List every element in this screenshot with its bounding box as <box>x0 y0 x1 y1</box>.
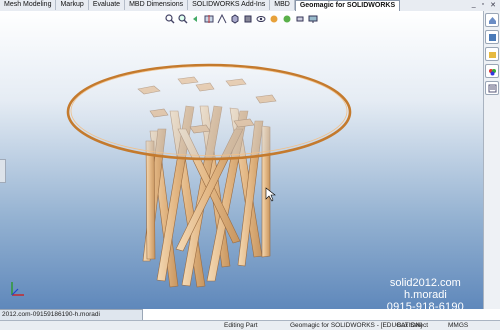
home-icon[interactable] <box>485 13 499 27</box>
feature-manager-toggle[interactable] <box>0 159 6 183</box>
minimize-button[interactable]: _ <box>472 1 476 9</box>
watermark-site: solid2012.com <box>389 277 461 289</box>
watermark-phone: 0915-918-6190 <box>386 301 464 309</box>
table-model[interactable] <box>0 11 484 309</box>
tab-solidworks-add-ins[interactable]: SOLIDWORKS Add-Ins <box>188 0 271 10</box>
graphics-area[interactable]: solid2012.com h.moradi 0915-918-6190 <box>0 11 484 309</box>
tab-mbd-dimensions[interactable]: MBD Dimensions <box>125 0 189 10</box>
task-pane <box>483 11 500 309</box>
restore-button[interactable]: ▫ <box>482 1 484 9</box>
custom-properties-icon[interactable] <box>485 81 499 95</box>
watermark-author: h.moradi <box>403 289 447 301</box>
tab-mbd[interactable]: MBD <box>270 0 295 10</box>
reference-triad <box>6 279 28 303</box>
appearances-icon[interactable] <box>485 64 499 78</box>
watermark: solid2012.com h.moradi 0915-918-6190 <box>387 277 464 309</box>
file-explorer-icon[interactable] <box>485 47 499 61</box>
design-library-icon[interactable] <box>485 30 499 44</box>
tab-mesh-modeling[interactable]: Mesh Modeling <box>0 0 57 10</box>
close-button[interactable]: ✕ <box>490 1 496 9</box>
window-controls: _ ▫ ✕ <box>472 1 496 9</box>
glass-tabletop <box>66 63 352 161</box>
tab-evaluate[interactable]: Evaluate <box>89 0 126 10</box>
tab-markup[interactable]: Markup <box>56 0 89 10</box>
